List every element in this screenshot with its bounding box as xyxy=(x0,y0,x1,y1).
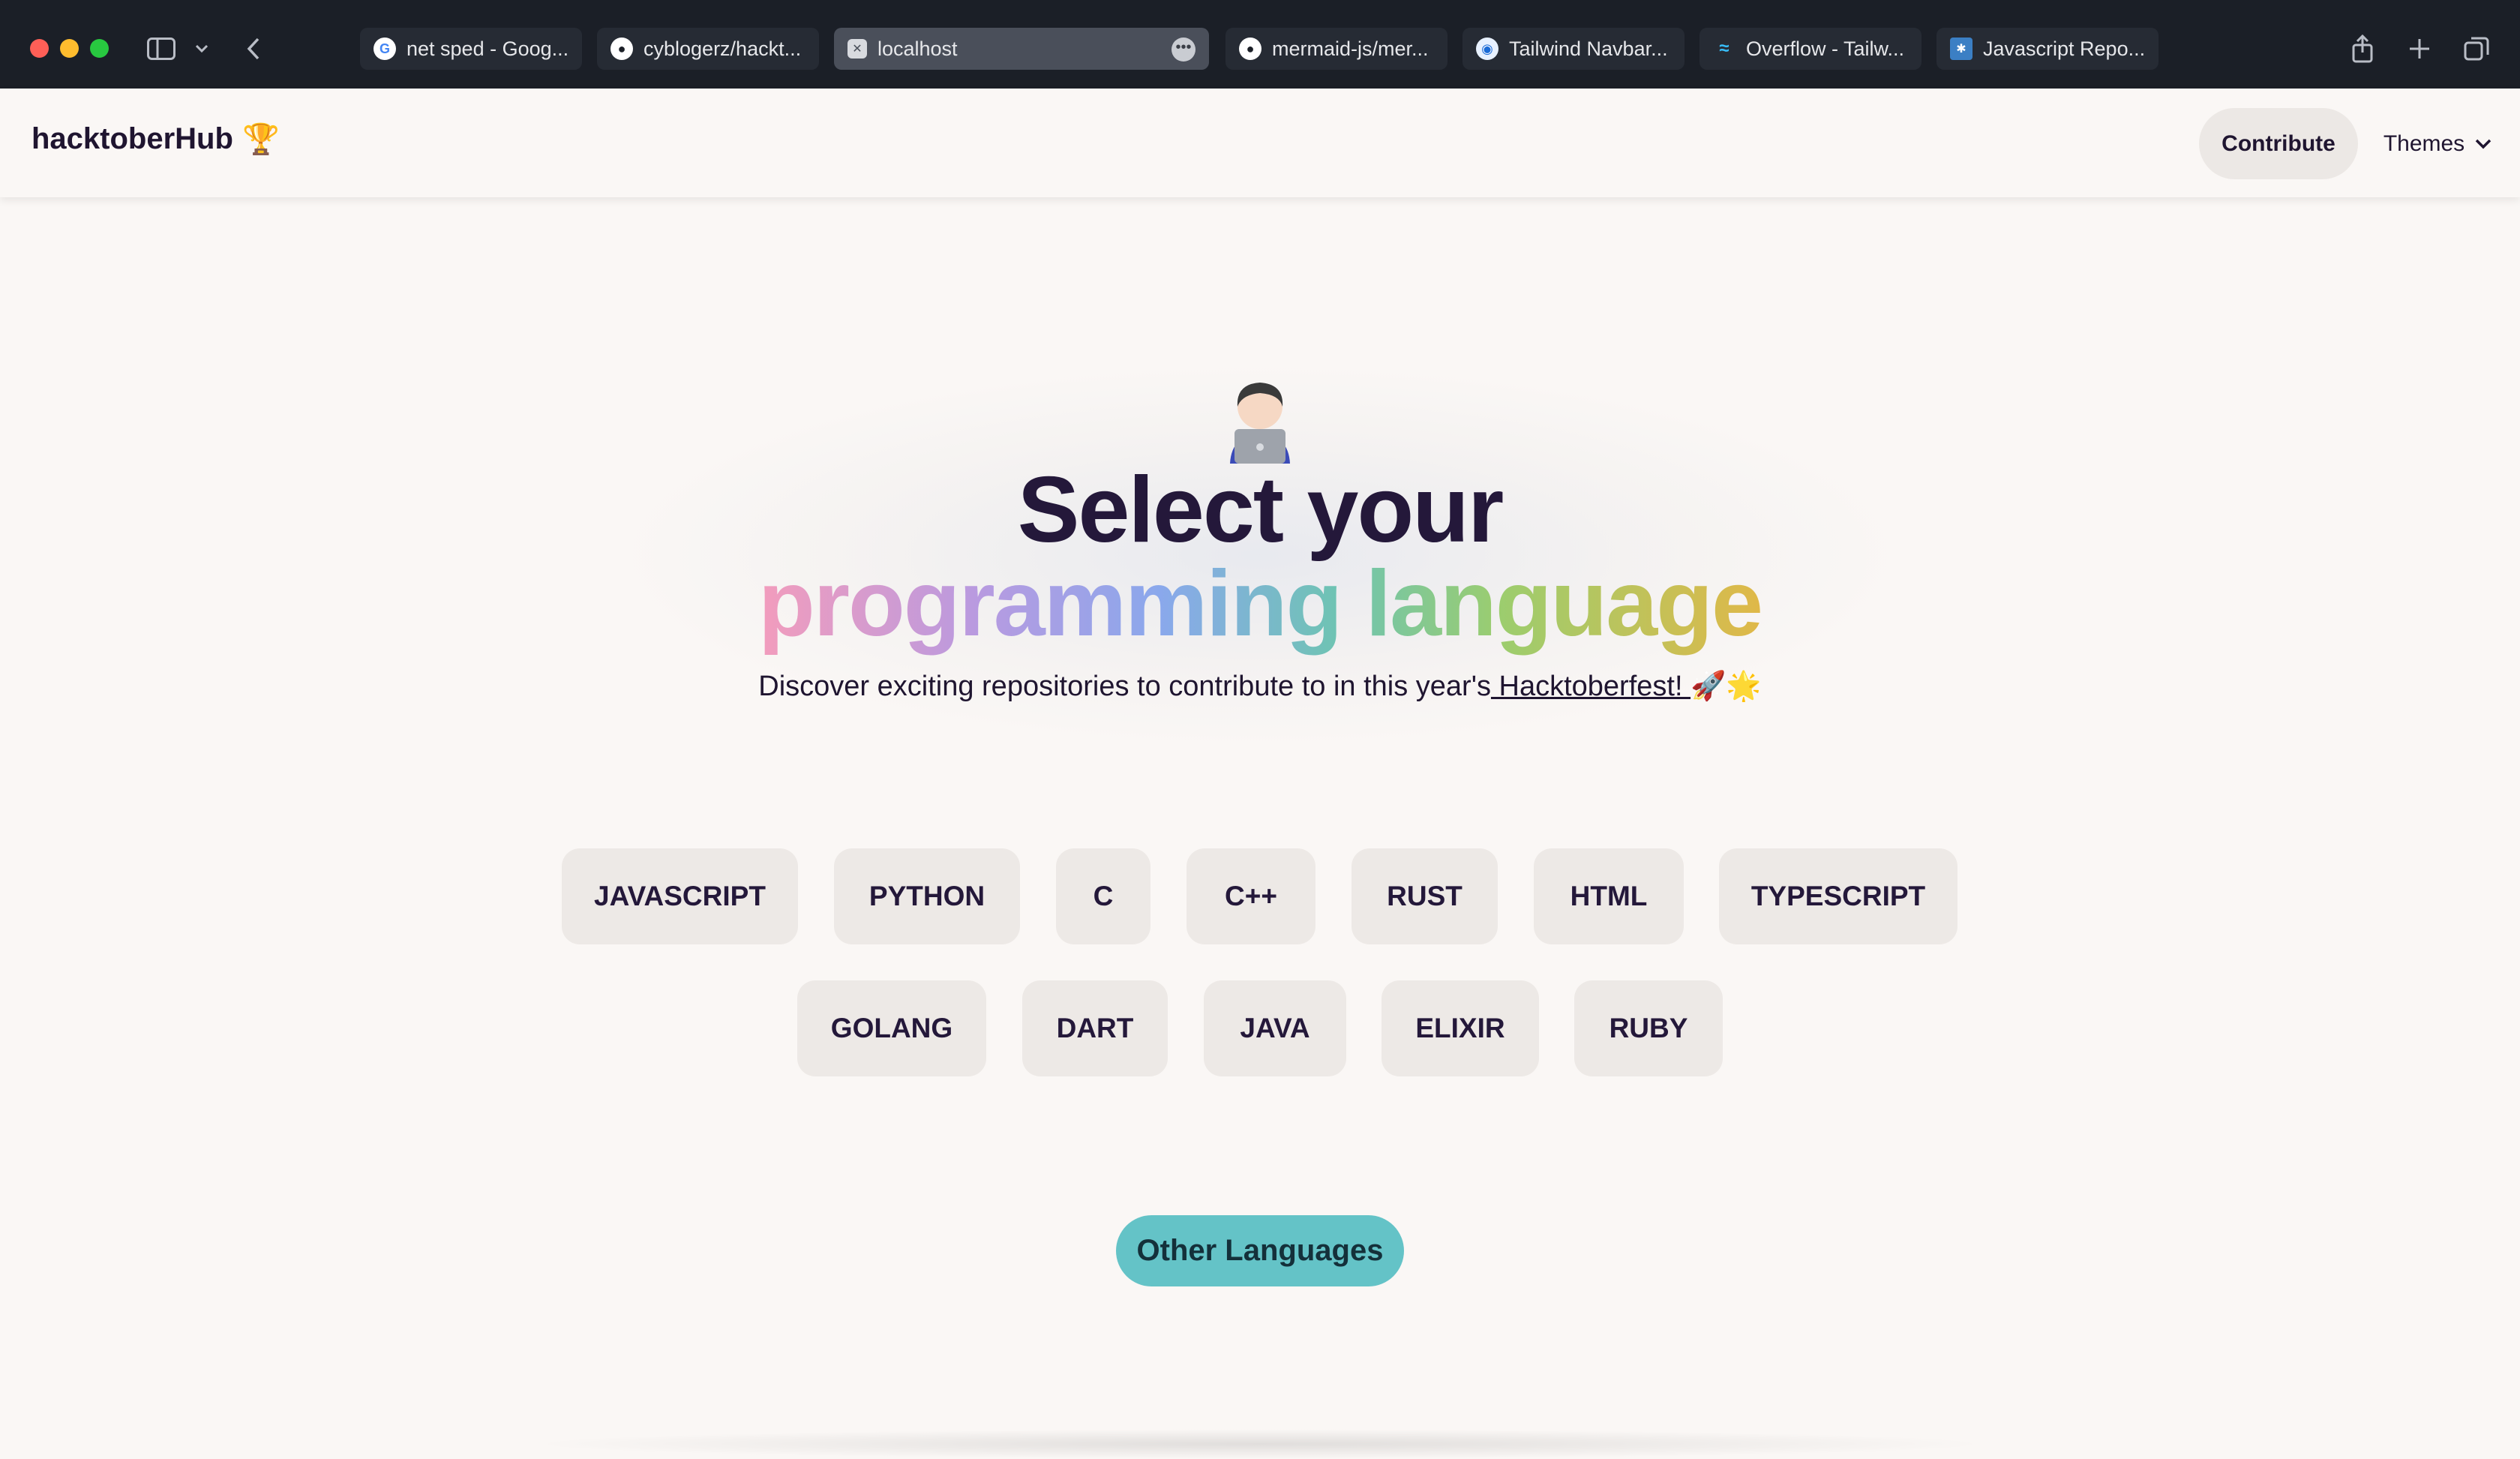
language-button-javascript[interactable]: JAVASCRIPT xyxy=(562,848,798,944)
brand-logo[interactable]: hacktoberHub 🏆 xyxy=(32,122,280,157)
subtitle-text: Discover exciting repositories to contri… xyxy=(758,671,1491,702)
language-button-golang[interactable]: GOLANG xyxy=(797,980,986,1076)
bottom-card-shadow xyxy=(525,1429,1995,1459)
sidebar-toggle-icon[interactable] xyxy=(142,30,180,68)
browser-titlebar: G net sped - Goog... ● cyblogerz/hackt..… xyxy=(0,0,2520,89)
hacktoberfest-link[interactable]: Hacktoberfest! xyxy=(1491,671,1690,702)
browser-tab[interactable]: ● mermaid-js/mer... xyxy=(1226,28,1448,70)
tailwind-navbar-icon: ◉ xyxy=(1476,38,1498,60)
maximize-window-button[interactable] xyxy=(90,39,109,58)
browser-tab[interactable]: ● cyblogerz/hackt... xyxy=(597,28,819,70)
contribute-button[interactable]: Contribute xyxy=(2199,108,2358,179)
new-tab-icon[interactable] xyxy=(2404,30,2434,68)
hero-subtitle: Discover exciting repositories to contri… xyxy=(0,670,2520,703)
trophy-icon: 🏆 xyxy=(242,123,280,156)
language-button-rust[interactable]: RUST xyxy=(1352,848,1498,944)
minimize-window-button[interactable] xyxy=(60,39,79,58)
google-icon: G xyxy=(374,38,396,60)
language-button-typescript[interactable]: TYPESCRIPT xyxy=(1719,848,1958,944)
gradient-heading-text: programming language xyxy=(758,552,1763,656)
browser-tab-active[interactable]: ✕ localhost ••• xyxy=(834,28,1209,70)
themes-dropdown[interactable]: Themes xyxy=(2370,108,2505,179)
close-window-button[interactable] xyxy=(30,39,49,58)
github-icon: ● xyxy=(1239,38,1262,60)
language-button-java[interactable]: JAVA xyxy=(1204,980,1346,1076)
brand-name: hacktoberHub xyxy=(32,122,233,155)
browser-tab[interactable]: ≈ Overflow - Tailw... xyxy=(1700,28,1922,70)
technologist-icon xyxy=(1230,383,1290,464)
more-options-icon[interactable]: ••• xyxy=(1172,38,1196,62)
tab-overview-icon[interactable] xyxy=(2462,30,2492,68)
hero-heading-line1: Select your xyxy=(1017,458,1504,562)
repo-icon: ✱ xyxy=(1950,38,1972,60)
chevron-down-icon[interactable] xyxy=(190,30,213,68)
themes-label: Themes xyxy=(2383,131,2465,156)
language-button-dart[interactable]: DART xyxy=(1022,980,1168,1076)
back-arrow-icon[interactable] xyxy=(238,30,268,68)
browser-tab[interactable]: ✱ Javascript Repo... xyxy=(1936,28,2158,70)
hero-heading-line2: programming language xyxy=(0,555,2520,653)
chevron-down-icon xyxy=(2475,139,2492,149)
language-button-ruby[interactable]: RUBY xyxy=(1574,980,1723,1076)
tailwind-icon: ≈ xyxy=(1719,38,1730,59)
language-button-c[interactable]: C xyxy=(1056,848,1150,944)
site-navbar: hacktoberHub 🏆 Contribute Themes xyxy=(0,89,2520,197)
language-button-cpp[interactable]: C++ xyxy=(1186,848,1316,944)
language-button-python[interactable]: PYTHON xyxy=(834,848,1020,944)
share-icon[interactable] xyxy=(2348,30,2378,68)
language-button-html[interactable]: HTML xyxy=(1534,848,1684,944)
browser-tab[interactable]: ◉ Tailwind Navbar... xyxy=(1462,28,1684,70)
close-icon[interactable]: ✕ xyxy=(848,39,867,59)
github-icon: ● xyxy=(610,38,633,60)
subtitle-emojis: 🚀🌟 xyxy=(1690,671,1762,702)
other-languages-button[interactable]: Other Languages xyxy=(1116,1215,1404,1286)
browser-tab[interactable]: G net sped - Goog... xyxy=(360,28,582,70)
language-button-elixir[interactable]: ELIXIR xyxy=(1382,980,1539,1076)
